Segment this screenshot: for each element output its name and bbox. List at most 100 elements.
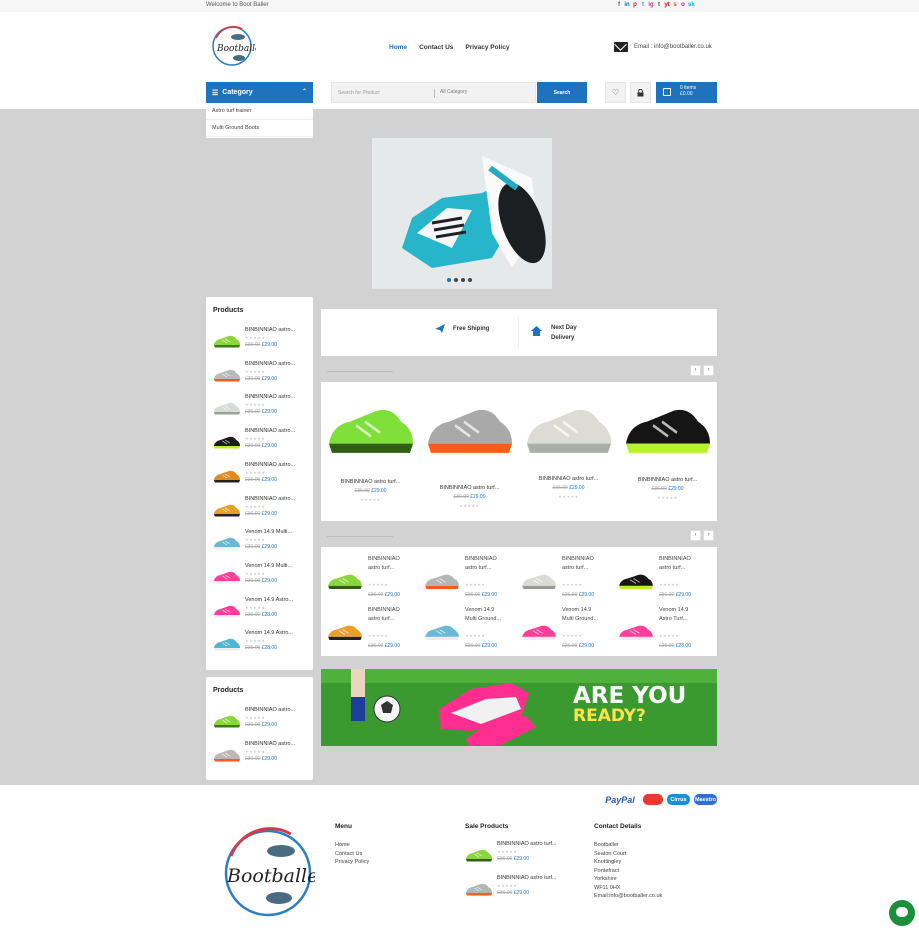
grid-product[interactable]: BINBINNIAO astro turf... ★★★★★ £36.00 £29.0… bbox=[321, 604, 418, 654]
search-input[interactable]: Search for Product bbox=[338, 90, 380, 96]
search-button[interactable]: Search bbox=[537, 82, 587, 103]
sidebar-product-item[interactable]: Venom 14.9 Multi... ★★★★★ £36.00 £29.00 bbox=[213, 563, 313, 593]
site-logo[interactable]: Bootballer bbox=[208, 24, 256, 68]
product-thumbnail[interactable] bbox=[213, 568, 241, 586]
product-thumbnail[interactable] bbox=[213, 332, 241, 350]
product-image[interactable] bbox=[618, 621, 654, 643]
product-name[interactable]: BINBINNIAO astro turf... bbox=[420, 485, 519, 491]
product-name[interactable]: BINBINNIAO astro turf... bbox=[562, 555, 610, 573]
product-name[interactable]: Venom 14.9 Multi Ground... bbox=[562, 606, 610, 624]
sidebar-product-item[interactable]: Venom 14.9 Astro... ★★★★★ £35.00 £28.00 bbox=[213, 630, 313, 660]
category-button[interactable]: ☰ Category ⌃ bbox=[206, 82, 313, 103]
product-name[interactable]: BINBINNIAO astro turf... bbox=[368, 555, 416, 573]
product-image[interactable] bbox=[326, 396, 416, 462]
promo-banner[interactable]: ARE YOU READY? bbox=[321, 669, 717, 746]
product-card[interactable]: BINBINNIAO astro turf... £36.00 £29.00 ★★★… bbox=[321, 382, 420, 521]
wishlist-icon[interactable]: ♡ bbox=[605, 82, 626, 103]
product-thumbnail[interactable] bbox=[465, 880, 493, 898]
sidebar-product-item[interactable]: BINBINNIAO astro... ★★★★★ £36.00 £29.00 bbox=[213, 741, 313, 771]
product-card[interactable]: BINBINNIAO astro turf... £36.00 £29.00 ★★★… bbox=[618, 382, 717, 521]
product-image[interactable] bbox=[521, 570, 557, 592]
product-name[interactable]: BINBINNIAO astro turf... bbox=[497, 875, 557, 881]
slider-dot[interactable] bbox=[461, 278, 465, 282]
tumblr-icon[interactable]: t bbox=[656, 2, 662, 9]
product-name[interactable]: BINBINNIAO astro turf... bbox=[519, 476, 618, 482]
product-image[interactable] bbox=[327, 570, 363, 592]
grid-product[interactable]: Venom 14.9 Multi Ground... ★★★★★ £36.00 £29… bbox=[418, 604, 515, 654]
product-name[interactable]: Venom 14.9 Astro... bbox=[245, 597, 293, 603]
grid-product[interactable]: BINBINNIAO astro turf... ★★★★★ £36.00 £29.0… bbox=[321, 553, 418, 603]
youtube-icon[interactable]: yt bbox=[664, 2, 670, 9]
product-name[interactable]: BINBINNIAO astro... bbox=[245, 496, 295, 502]
grid-product[interactable]: BINBINNIAO astro turf... ★★★★★ £36.00 £29.0… bbox=[515, 553, 612, 603]
product-image[interactable] bbox=[623, 396, 713, 462]
product-image[interactable] bbox=[524, 396, 614, 462]
product-thumbnail[interactable] bbox=[213, 534, 241, 552]
category-item[interactable]: Multi Ground Boots bbox=[206, 120, 313, 137]
footer-link[interactable]: Home bbox=[335, 841, 369, 850]
product-thumbnail[interactable] bbox=[213, 712, 241, 730]
sidebar-product-item[interactable]: Venom 14.9 Multi... ★★★★★ £36.00 £29.00 bbox=[213, 529, 313, 559]
product-name[interactable]: Venom 14.9 Multi Ground... bbox=[465, 606, 513, 624]
product-thumbnail[interactable] bbox=[213, 746, 241, 764]
skype-icon[interactable]: sk bbox=[688, 2, 695, 9]
reddit-icon[interactable]: s bbox=[672, 2, 678, 9]
footer-link[interactable]: Contact Us bbox=[335, 850, 369, 859]
product-name[interactable]: BINBINNIAO astro turf... bbox=[618, 477, 717, 483]
sidebar-product-item[interactable]: BINBINNIAO astro... ★★★★★ £36.00 £29.00 bbox=[213, 496, 313, 526]
category-select[interactable]: All Category bbox=[440, 89, 467, 95]
category-item[interactable]: Astro turf trainer bbox=[206, 103, 313, 120]
sidebar-product-item[interactable]: BINBINNIAO astro... ★★★★★ £36.00 £29.00 bbox=[213, 361, 313, 391]
grid-product[interactable]: Venom 14.9 Multi Ground... ★★★★★ £36.00 £29… bbox=[515, 604, 612, 654]
twitter-icon[interactable]: t bbox=[640, 2, 646, 9]
product-image[interactable] bbox=[424, 570, 460, 592]
product-name[interactable]: Venom 14.9 Multi... bbox=[245, 529, 292, 535]
footer-logo[interactable]: Bootballer bbox=[221, 826, 315, 920]
product-thumbnail[interactable] bbox=[213, 366, 241, 384]
facebook-icon[interactable]: f bbox=[616, 2, 622, 9]
product-card[interactable]: BINBINNIAO astro turf... £36.00 £29.00 ★★★… bbox=[519, 382, 618, 521]
product-image[interactable] bbox=[424, 621, 460, 643]
product-thumbnail[interactable] bbox=[213, 467, 241, 485]
product-thumbnail[interactable] bbox=[213, 602, 241, 620]
product-name[interactable]: BINBINNIAO astro turf... bbox=[368, 606, 416, 624]
hero-slider-image[interactable] bbox=[372, 138, 552, 289]
product-thumbnail[interactable] bbox=[213, 501, 241, 519]
sidebar-product-item[interactable]: BINBINNIAO astro... ★★★★★ £36.00 £29.00 bbox=[213, 394, 313, 424]
product-thumbnail[interactable] bbox=[213, 433, 241, 451]
product-name[interactable]: BINBINNIAO astro turf... bbox=[659, 555, 707, 573]
contact-email[interactable]: Email:info@bootballer.co.uk bbox=[594, 892, 662, 901]
product-image[interactable] bbox=[618, 570, 654, 592]
sidebar-product-item[interactable]: BINBINNIAO astro... ★★★★★ £36.00 £29.00 bbox=[213, 707, 313, 737]
product-card[interactable]: BINBINNIAO astro turf... £36.00 £29.00 ★★★… bbox=[420, 382, 519, 521]
product-name[interactable]: BINBINNIAO astro... bbox=[245, 462, 295, 468]
chat-widget-button[interactable] bbox=[889, 900, 915, 926]
sidebar-product-item[interactable]: BINBINNIAO astro... ★★★★★ £36.00 £29.00 bbox=[213, 327, 313, 357]
nav-contact[interactable]: Contact Us bbox=[419, 44, 453, 51]
product-image[interactable] bbox=[521, 621, 557, 643]
product-image[interactable] bbox=[327, 621, 363, 643]
product-name[interactable]: Venom 14.9 Multi... bbox=[245, 563, 292, 569]
product-name[interactable]: BINBINNIAO astro... bbox=[245, 428, 295, 434]
product-name[interactable]: BINBINNIAO astro turf... bbox=[321, 479, 420, 485]
product-name[interactable]: BINBINNIAO astro turf... bbox=[465, 555, 513, 573]
product-name[interactable]: BINBINNIAO astro... bbox=[245, 707, 295, 713]
linkedin-icon[interactable]: in bbox=[624, 2, 630, 9]
next-arrow-icon[interactable]: › bbox=[703, 530, 714, 541]
prev-arrow-icon[interactable]: ‹ bbox=[690, 365, 701, 376]
nav-home[interactable]: Home bbox=[389, 44, 407, 51]
slider-dot[interactable] bbox=[468, 278, 472, 282]
product-thumbnail[interactable] bbox=[213, 399, 241, 417]
product-thumbnail[interactable] bbox=[213, 635, 241, 653]
nav-privacy[interactable]: Privacy Policy bbox=[465, 44, 509, 51]
product-image[interactable] bbox=[425, 396, 515, 462]
grid-product[interactable]: Venom 14.9 Astro Turf... ★★★★★ £35.00 £28.0… bbox=[612, 604, 709, 654]
product-name[interactable]: BINBINNIAO astro... bbox=[245, 394, 295, 400]
footer-link[interactable]: Privacy Policy bbox=[335, 858, 369, 867]
product-name[interactable]: BINBINNIAO astro... bbox=[245, 361, 295, 367]
instagram-icon[interactable]: ig bbox=[648, 2, 654, 9]
pinterest-icon[interactable]: p bbox=[632, 2, 638, 9]
product-name[interactable]: BINBINNIAO astro... bbox=[245, 327, 295, 333]
product-name[interactable]: Venom 14.9 Astro... bbox=[245, 630, 293, 636]
lock-icon[interactable] bbox=[630, 82, 651, 103]
